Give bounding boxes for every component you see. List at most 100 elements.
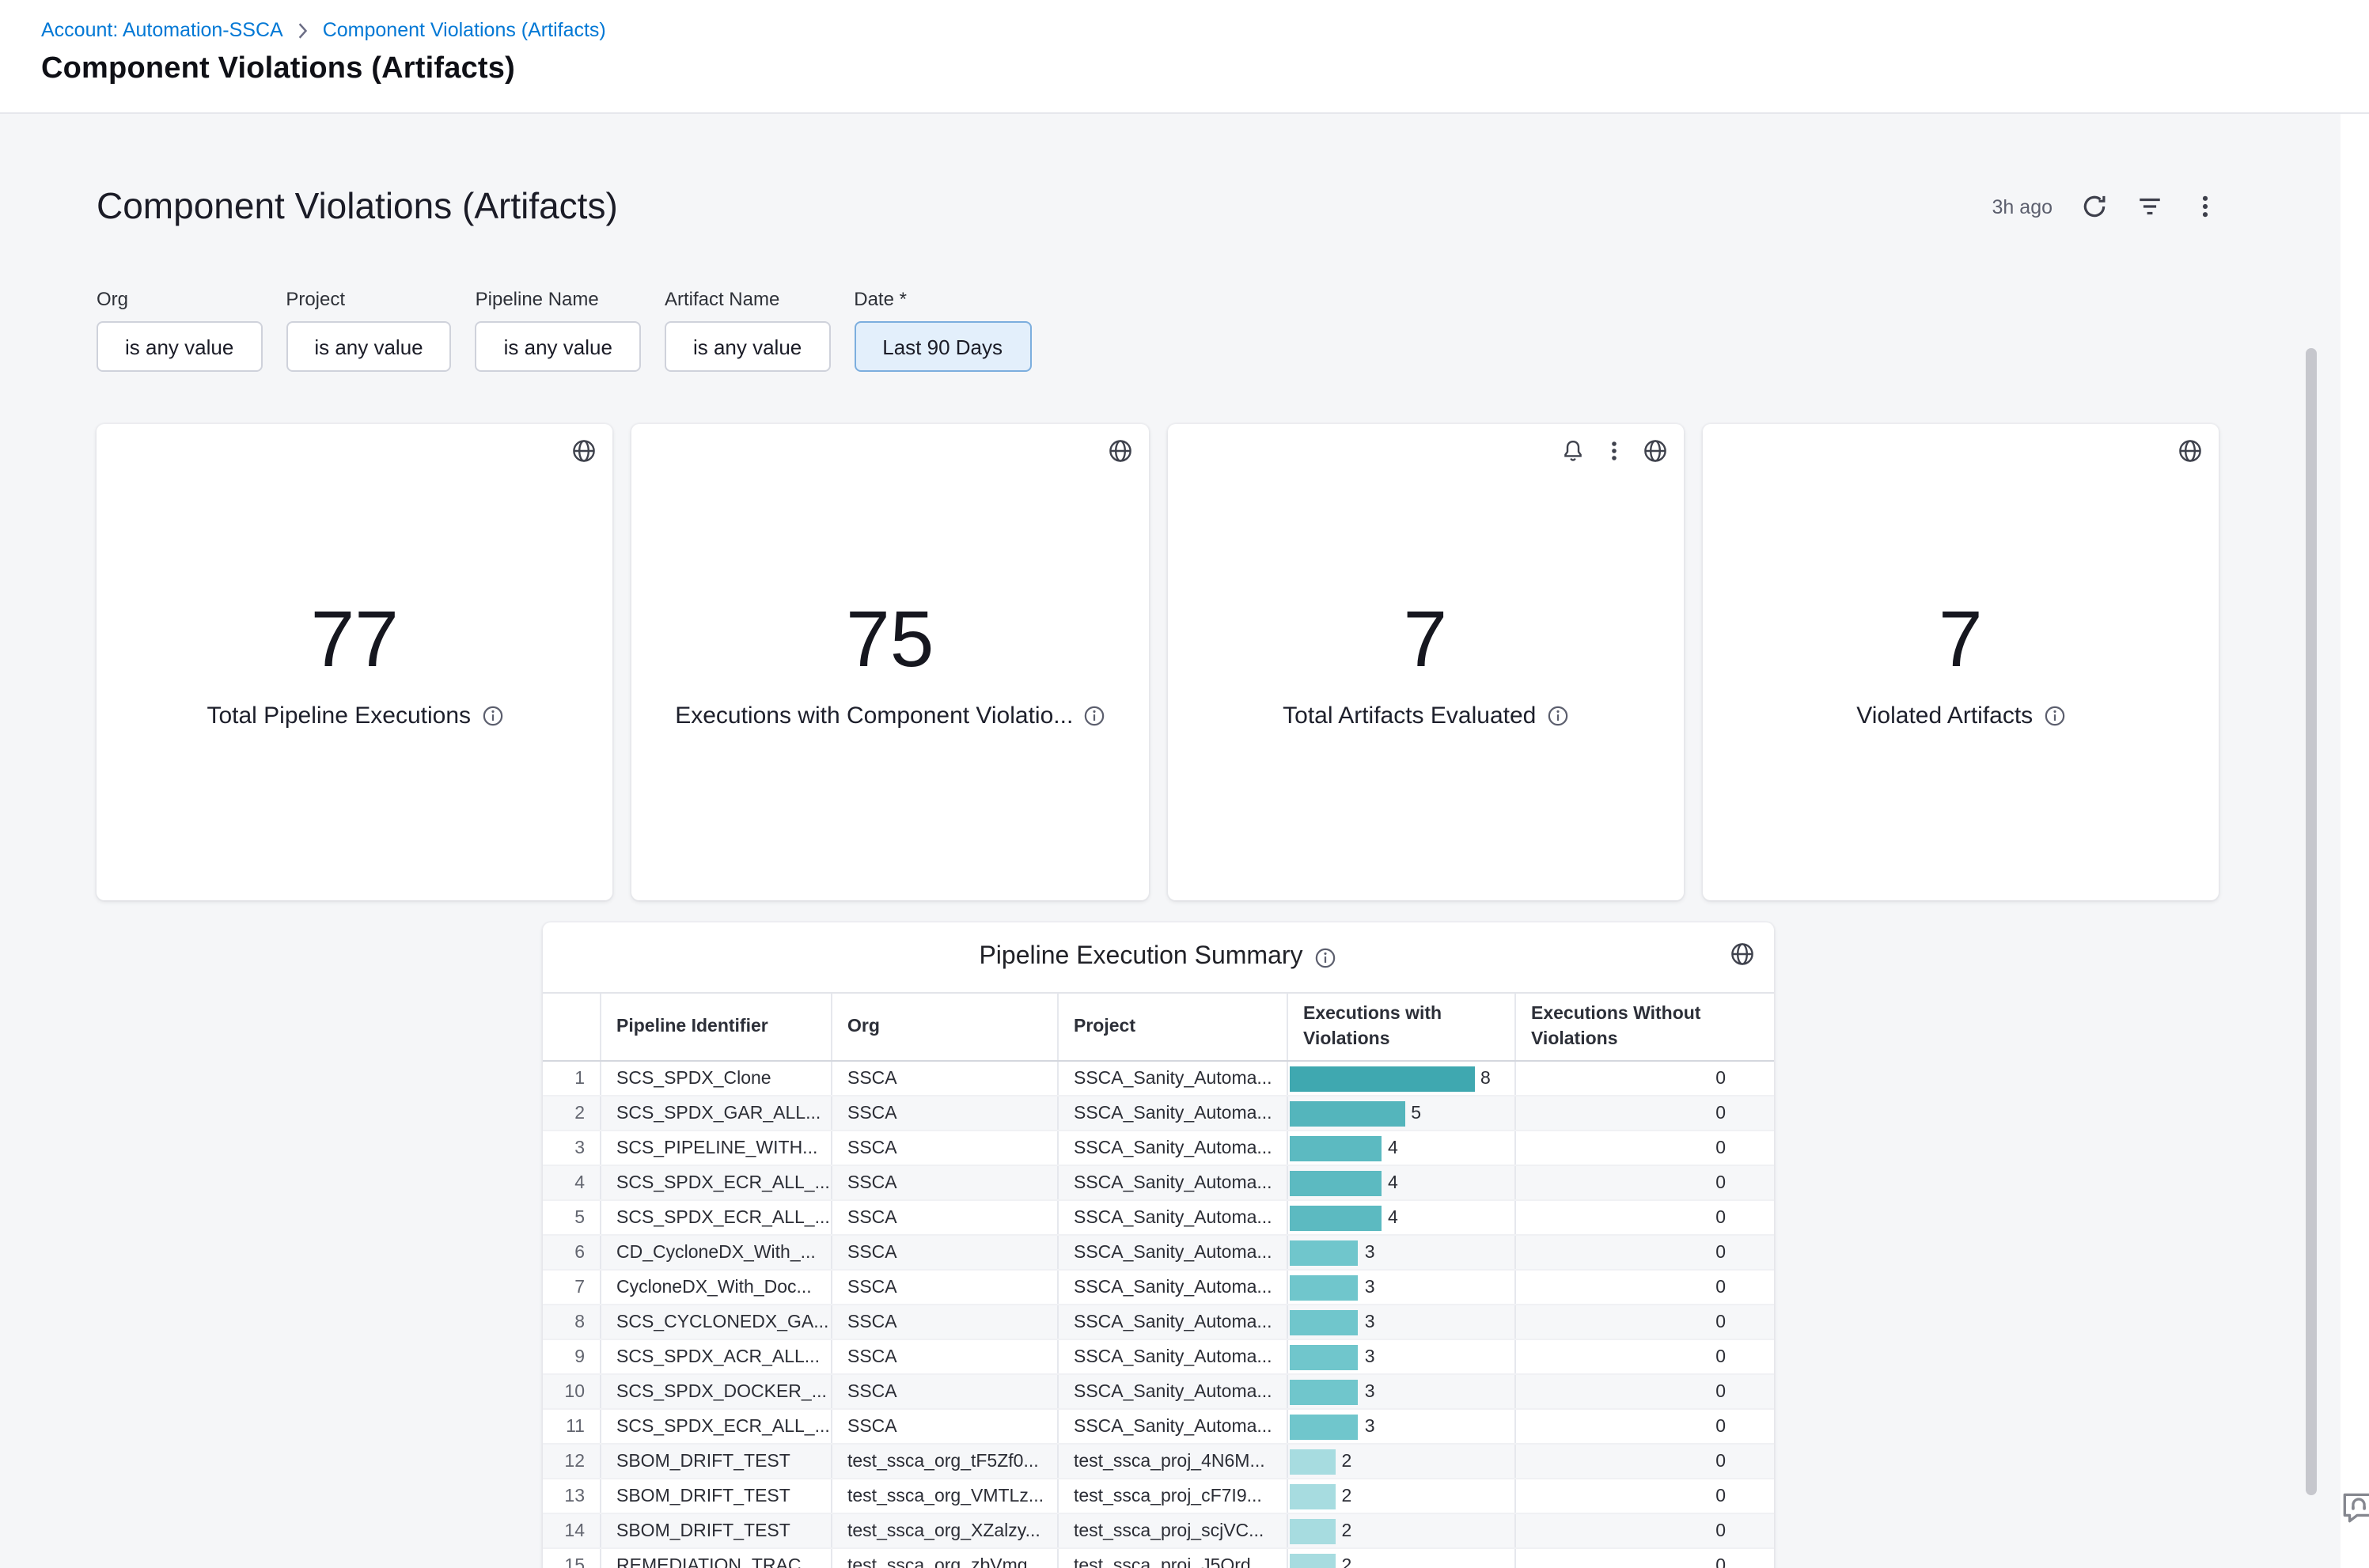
row-index: 3 [542, 1132, 599, 1165]
header-pipeline-identifier[interactable]: Pipeline Identifier [599, 994, 830, 1060]
tile-kebab-menu-icon[interactable] [1601, 438, 1627, 464]
filter-value-button[interactable]: is any value [97, 321, 262, 372]
help-chat-icon[interactable] [2339, 1487, 2369, 1527]
violations-bar [1289, 1240, 1359, 1266]
filter-label: Pipeline Name [476, 288, 641, 310]
row-index: 14 [542, 1515, 599, 1548]
cell-executions-without-violations: 0 [1514, 1341, 1770, 1374]
cell-project: SSCA_Sanity_Automa... [1056, 1132, 1286, 1165]
dashboard-title: Component Violations (Artifacts) [97, 185, 618, 228]
stat-tile: 7 Total Artifacts Evaluated [1167, 424, 1684, 900]
filter-group: Project is any value [286, 288, 451, 372]
filter-value-button[interactable]: is any value [665, 321, 830, 372]
breadcrumb-account-link[interactable]: Account: Automation-SSCA [41, 19, 283, 41]
table-row[interactable]: 4 SCS_SPDX_ECR_ALL_... SSCA SSCA_Sanity_… [542, 1167, 1773, 1202]
header-executions-without-violations[interactable]: Executions Without Violations [1514, 994, 1770, 1060]
tile-explore-globe-icon[interactable] [1107, 438, 1132, 464]
info-icon[interactable] [482, 705, 502, 725]
table-row[interactable]: 6 CD_CycloneDX_With_... SSCA SSCA_Sanity… [542, 1237, 1773, 1271]
info-icon[interactable] [1084, 705, 1105, 725]
violations-bar-value: 8 [1480, 1070, 1491, 1089]
stat-label: Total Artifacts Evaluated [1283, 702, 1536, 729]
info-icon[interactable] [2044, 705, 2064, 725]
header-executions-with-violations[interactable]: Executions with Violations [1286, 994, 1514, 1060]
violations-bar [1289, 1415, 1359, 1440]
violations-bar-value: 3 [1365, 1278, 1375, 1297]
info-icon[interactable] [1547, 705, 1567, 725]
filter-value-button[interactable]: Last 90 Days [854, 321, 1031, 372]
cell-executions-without-violations: 0 [1514, 1167, 1770, 1200]
cell-project: test_ssca_proj_scjVC... [1056, 1515, 1286, 1548]
violations-bar-value: 4 [1388, 1139, 1398, 1158]
violations-bar-value: 3 [1365, 1244, 1375, 1263]
cell-pipeline-identifier: SCS_SPDX_ECR_ALL_... [599, 1411, 830, 1444]
filter-label: Date * [854, 288, 1031, 310]
row-index: 7 [542, 1271, 599, 1305]
cell-pipeline-identifier: SCS_SPDX_ECR_ALL_... [599, 1167, 830, 1200]
dashboard-area: Component Violations (Artifacts) 3h ago [0, 114, 2341, 1568]
table-row[interactable]: 5 SCS_SPDX_ECR_ALL_... SSCA SSCA_Sanity_… [542, 1202, 1773, 1237]
tile-explore-globe-icon[interactable] [2178, 438, 2203, 464]
cell-project: SSCA_Sanity_Automa... [1056, 1411, 1286, 1444]
cell-pipeline-identifier: SCS_SPDX_GAR_ALL... [599, 1097, 830, 1131]
table-row[interactable]: 2 SCS_SPDX_GAR_ALL... SSCA SSCA_Sanity_A… [542, 1097, 1773, 1132]
refresh-icon[interactable] [2081, 193, 2108, 220]
table-row[interactable]: 11 SCS_SPDX_ECR_ALL_... SSCA SSCA_Sanity… [542, 1411, 1773, 1445]
violations-bar-value: 2 [1342, 1487, 1352, 1506]
vertical-scrollbar-thumb[interactable] [2306, 348, 2317, 1495]
stat-value: 77 [97, 598, 613, 681]
table-row[interactable]: 12 SBOM_DRIFT_TEST test_ssca_org_tF5Zf0.… [542, 1445, 1773, 1480]
cell-executions-with-violations: 2 [1286, 1445, 1514, 1479]
cell-org: SSCA [830, 1411, 1056, 1444]
cell-org: SSCA [830, 1097, 1056, 1131]
top-header: Account: Automation-SSCA Component Viola… [0, 0, 2369, 114]
kebab-menu-icon[interactable] [2192, 193, 2219, 220]
cell-pipeline-identifier: SCS_SPDX_DOCKER_... [599, 1376, 830, 1409]
cell-org: SSCA [830, 1341, 1056, 1374]
filter-value-button[interactable]: is any value [286, 321, 451, 372]
cell-org: SSCA [830, 1237, 1056, 1270]
cell-org: SSCA [830, 1132, 1056, 1165]
stat-label: Total Pipeline Executions [207, 702, 471, 729]
cell-project: SSCA_Sanity_Automa... [1056, 1097, 1286, 1131]
table-explore-globe-icon[interactable] [1729, 941, 1754, 967]
page-title: Component Violations (Artifacts) [41, 52, 2369, 87]
breadcrumb: Account: Automation-SSCA Component Viola… [41, 19, 2369, 41]
table-row[interactable]: 10 SCS_SPDX_DOCKER_... SSCA SSCA_Sanity_… [542, 1376, 1773, 1411]
cell-executions-without-violations: 0 [1514, 1550, 1770, 1568]
filter-bar: Org is any value Project is any value Pi… [97, 288, 2219, 372]
stat-tile: 77 Total Pipeline Executions [97, 424, 613, 900]
table-row[interactable]: 3 SCS_PIPELINE_WITH... SSCA SSCA_Sanity_… [542, 1132, 1773, 1167]
row-index: 11 [542, 1411, 599, 1444]
stat-label: Executions with Component Violatio... [675, 702, 1073, 729]
tile-explore-globe-icon[interactable] [572, 438, 597, 464]
table-row[interactable]: 9 SCS_SPDX_ACR_ALL... SSCA SSCA_Sanity_A… [542, 1341, 1773, 1376]
table-row[interactable]: 13 SBOM_DRIFT_TEST test_ssca_org_VMTLz..… [542, 1480, 1773, 1515]
cell-org: test_ssca_org_zbVmg... [830, 1550, 1056, 1568]
violations-bar [1289, 1206, 1382, 1231]
table-row[interactable]: 1 SCS_SPDX_Clone SSCA SSCA_Sanity_Automa… [542, 1062, 1773, 1097]
info-icon[interactable] [1316, 947, 1336, 968]
header-project[interactable]: Project [1056, 994, 1286, 1060]
stat-value: 7 [1703, 598, 2219, 681]
violations-bar-value: 3 [1365, 1418, 1375, 1437]
tile-explore-globe-icon[interactable] [1643, 438, 1668, 464]
filter-label: Artifact Name [665, 288, 830, 310]
table-row[interactable]: 15 REMEDIATION_TRAC... test_ssca_org_zbV… [542, 1550, 1773, 1568]
header-org[interactable]: Org [830, 994, 1056, 1060]
table-row[interactable]: 7 CycloneDX_With_Doc... SSCA SSCA_Sanity… [542, 1271, 1773, 1306]
stat-label: Violated Artifacts [1856, 702, 2033, 729]
cell-pipeline-identifier: SBOM_DRIFT_TEST [599, 1445, 830, 1479]
filter-icon[interactable] [2136, 193, 2163, 220]
row-index: 5 [542, 1202, 599, 1235]
alert-bell-icon[interactable] [1560, 438, 1586, 464]
cell-project: SSCA_Sanity_Automa... [1056, 1271, 1286, 1305]
filter-label: Org [97, 288, 262, 310]
cell-executions-with-violations: 4 [1286, 1167, 1514, 1200]
cell-pipeline-identifier: SBOM_DRIFT_TEST [599, 1480, 830, 1513]
breadcrumb-page-link[interactable]: Component Violations (Artifacts) [323, 19, 606, 41]
table-row[interactable]: 14 SBOM_DRIFT_TEST test_ssca_org_XZalzy.… [542, 1515, 1773, 1550]
violations-bar [1289, 1066, 1474, 1092]
table-row[interactable]: 8 SCS_CYCLONEDX_GA... SSCA SSCA_Sanity_A… [542, 1306, 1773, 1341]
filter-value-button[interactable]: is any value [476, 321, 641, 372]
